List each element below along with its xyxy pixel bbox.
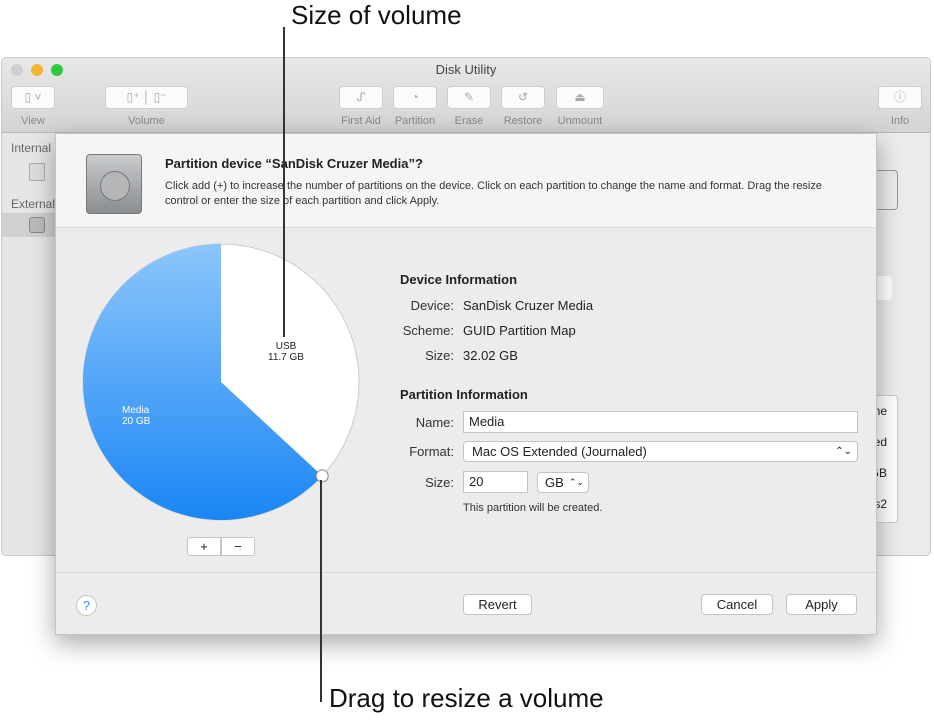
unit-value: GB (545, 475, 564, 490)
pie-label-media: Media 20 GB (122, 405, 150, 427)
external-disk-icon (29, 217, 45, 233)
info-button[interactable]: ⓘ (878, 86, 922, 109)
device-value: SanDisk Cruzer Media (463, 298, 594, 313)
pie-media-name: Media (122, 405, 150, 416)
format-label: Format: (409, 444, 454, 459)
view-button[interactable]: ▯ ˅ (11, 86, 55, 109)
erase-icon: ✎ (463, 90, 475, 104)
info-label: Info (890, 115, 910, 127)
partition-label: Partition (394, 115, 436, 127)
stethoscope-icon: ᔑ (356, 90, 366, 104)
add-partition-button[interactable]: + (187, 537, 221, 556)
internal-disk-icon[interactable] (29, 163, 45, 181)
partition-name-input[interactable]: Media (463, 411, 858, 433)
first-aid-label: First Aid (341, 115, 381, 127)
callout-line-resize (320, 480, 322, 702)
cancel-button[interactable]: Cancel (701, 594, 773, 615)
device-info-heading: Device Information (400, 272, 518, 287)
scheme-label: Scheme: (402, 323, 454, 338)
device-label: Device: (410, 298, 454, 313)
pie-label-usb: USB 11.7 GB (266, 341, 306, 363)
erase-button[interactable]: ✎ (447, 86, 491, 109)
updown-chevron-icon: ⌃⌄ (568, 477, 584, 487)
footer-divider (56, 572, 876, 573)
revert-button[interactable]: Revert (463, 594, 532, 615)
remove-partition-button[interactable]: − (221, 537, 255, 556)
unmount-label: Unmount (557, 115, 603, 127)
help-button[interactable]: ? (76, 595, 97, 616)
partition-size-input[interactable]: 20 (463, 471, 528, 493)
callout-line-size (283, 27, 285, 337)
format-select[interactable]: Mac OS Extended (Journaled) ⌃⌄ (463, 441, 858, 462)
partition-pie-chart[interactable] (56, 228, 386, 568)
size-unit-select[interactable]: GB ⌃⌄ (537, 472, 589, 493)
restore-icon: ↺ (517, 90, 529, 104)
sidebar: Internal External (2, 133, 57, 555)
toolbar: Disk Utility ▯ ˅ ▯⁺ │ ▯⁻ ᔑ ◔ ✎ ↺ ⏏ ⓘ Vie… (2, 58, 930, 133)
format-value: Mac OS Extended (Journaled) (472, 444, 647, 459)
scheme-value: GUID Partition Map (463, 323, 576, 338)
sheet-header: Partition device “SanDisk Cruzer Media”?… (56, 134, 876, 228)
partition-sheet: Partition device “SanDisk Cruzer Media”?… (55, 133, 877, 635)
device-size-label: Size: (425, 348, 454, 363)
window-title: Disk Utility (435, 62, 497, 77)
name-label: Name: (415, 415, 454, 430)
device-size-value: 32.02 GB (463, 348, 518, 363)
updown-chevron-icon: ⌃⌄ (835, 446, 852, 457)
first-aid-button[interactable]: ᔑ (339, 86, 383, 109)
partition-size-label: Size: (425, 475, 454, 490)
sheet-title: Partition device “SanDisk Cruzer Media”? (165, 156, 423, 171)
unmount-button[interactable]: ⏏ (556, 86, 604, 109)
sidebar-icon: ▯ ˅ (24, 90, 42, 104)
volume-add-remove-icon: ▯⁺ │ ▯⁻ (126, 90, 167, 104)
sidebar-internal-heading: Internal (11, 141, 52, 155)
partition-note: This partition will be created. (463, 502, 603, 514)
volume-label: Volume (128, 115, 165, 127)
partition-info-heading: Partition Information (400, 387, 528, 402)
apply-button[interactable]: Apply (786, 594, 857, 615)
pie-icon: ◔ (411, 90, 419, 104)
sidebar-item-external-disk[interactable] (2, 213, 57, 237)
sheet-description: Click add (+) to increase the number of … (165, 180, 822, 207)
partition-button[interactable]: ◔ (393, 86, 437, 109)
view-label: View (21, 115, 45, 127)
pie-media-size: 20 GB (122, 416, 151, 427)
sidebar-external-heading: External (11, 197, 56, 211)
restore-label: Restore (503, 115, 543, 127)
erase-label: Erase (454, 115, 484, 127)
eject-icon: ⏏ (574, 90, 586, 104)
annotation-size-of-volume: Size of volume (291, 0, 462, 30)
annotation-drag-to-resize: Drag to resize a volume (329, 683, 604, 713)
volume-button[interactable]: ▯⁺ │ ▯⁻ (105, 86, 188, 109)
resize-handle[interactable] (315, 469, 329, 483)
info-icon: ⓘ (893, 90, 906, 104)
pie-usb-name: USB (275, 341, 297, 352)
restore-button[interactable]: ↺ (501, 86, 545, 109)
pie-usb-size: 11.7 GB (268, 352, 304, 363)
hard-drive-icon (86, 154, 142, 214)
